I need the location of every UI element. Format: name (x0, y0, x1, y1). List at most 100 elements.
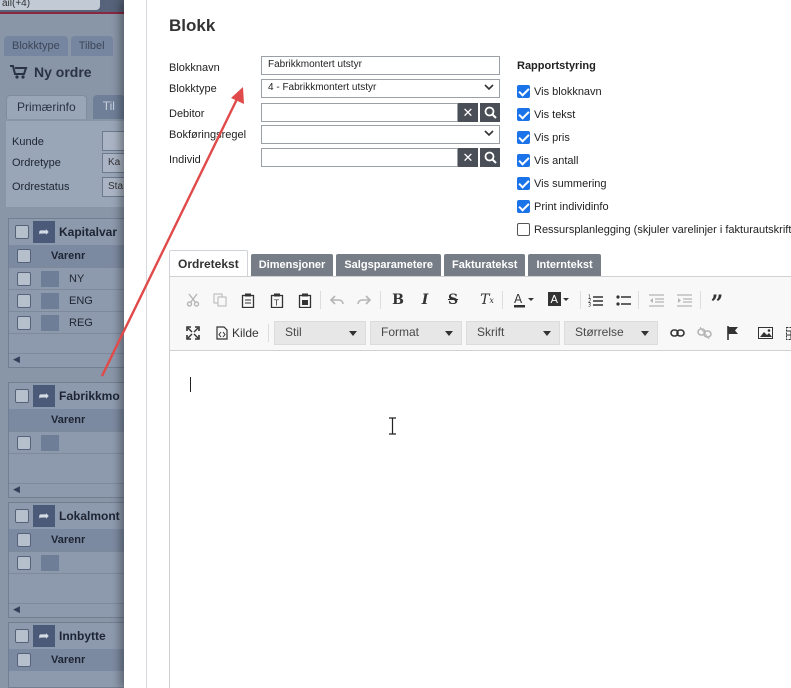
numbered-list-icon[interactable]: 123 (584, 289, 606, 311)
bg-subtab-primaerinfo[interactable]: Primærinfo (6, 95, 87, 119)
indent-icon[interactable] (673, 289, 695, 311)
row-checkbox[interactable] (17, 435, 31, 450)
size-combo[interactable]: Størrelse (564, 321, 658, 345)
bg-subtab-til[interactable]: Til (92, 95, 125, 119)
link-icon[interactable] (666, 322, 688, 344)
top-select[interactable]: ail(+4) (0, 0, 100, 10)
row-action-icon[interactable] (41, 434, 59, 451)
row-checkbox[interactable] (17, 315, 31, 330)
section-checkbox[interactable] (15, 629, 29, 643)
bg-ordrestatus-label: Ordrestatus (12, 181, 70, 193)
background-color-icon[interactable]: A (545, 289, 575, 311)
unlink-icon[interactable] (693, 322, 715, 344)
print-individinfo-checkbox[interactable]: Print individinfo (517, 200, 609, 213)
table-row[interactable]: NY (9, 267, 129, 289)
header-checkbox[interactable] (17, 653, 31, 667)
ressursplanlegging-checkbox[interactable]: Ressursplanlegging (skjuler varelinjer i… (517, 223, 791, 236)
cut-icon[interactable] (182, 289, 204, 311)
table-row[interactable]: REG (9, 311, 129, 333)
source-button[interactable]: Kilde (216, 321, 259, 345)
row-action-icon[interactable] (41, 314, 59, 331)
table-row[interactable] (9, 551, 129, 573)
tab-fakturatekst[interactable]: Fakturatekst (444, 254, 526, 276)
table-row[interactable] (9, 431, 129, 453)
debitor-input[interactable] (261, 103, 458, 122)
individ-input[interactable] (261, 148, 458, 167)
section-checkbox[interactable] (15, 225, 29, 239)
share-arrow-icon[interactable]: ➦ (33, 505, 55, 527)
redo-icon[interactable] (353, 289, 375, 311)
copy-icon[interactable] (209, 289, 231, 311)
search-icon[interactable] (480, 148, 500, 167)
checkbox-unchecked[interactable] (517, 223, 530, 236)
bold-icon[interactable]: B (387, 289, 409, 311)
tab-ordretekst[interactable]: Ordretekst (169, 250, 248, 276)
style-combo[interactable]: Stil (274, 321, 366, 345)
search-icon[interactable] (480, 103, 500, 122)
tab-interntekst[interactable]: Interntekst (528, 254, 601, 276)
blokktype-select[interactable]: 4 - Fabrikkmontert utstyr (261, 79, 500, 98)
row-action-icon[interactable] (41, 554, 59, 571)
bullet-list-icon[interactable] (612, 289, 634, 311)
outdent-icon[interactable] (645, 289, 667, 311)
share-arrow-icon[interactable]: ➦ (33, 385, 55, 407)
share-arrow-icon[interactable]: ➦ (33, 625, 55, 647)
paste-icon[interactable] (237, 289, 259, 311)
checkbox-checked[interactable] (517, 85, 530, 98)
checkbox-checked[interactable] (517, 108, 530, 121)
strikethrough-icon[interactable]: S (442, 289, 464, 311)
vis-antall-checkbox[interactable]: Vis antall (517, 154, 578, 167)
clear-icon[interactable]: ✕ (458, 103, 478, 122)
toolbar-separator (580, 291, 581, 309)
tab-salgsparametere[interactable]: Salgsparametere (336, 254, 442, 276)
vis-summering-checkbox[interactable]: Vis summering (517, 177, 607, 190)
cart-icon (10, 65, 28, 79)
scroll-left-icon[interactable]: ◀ (9, 483, 129, 497)
header-checkbox[interactable] (17, 533, 31, 547)
format-combo[interactable]: Format (370, 321, 462, 345)
text-color-icon[interactable]: A (510, 289, 540, 311)
bg-tab-tilbel[interactable]: Tilbel (70, 36, 113, 56)
header-checkbox[interactable] (17, 249, 31, 263)
tab-dimensjoner[interactable]: Dimensjoner (250, 254, 334, 276)
row-checkbox[interactable] (17, 555, 31, 570)
checkbox-checked[interactable] (517, 131, 530, 144)
section-checkbox[interactable] (15, 389, 29, 403)
table-spacer (9, 573, 129, 603)
row-action-icon[interactable] (41, 270, 59, 287)
vis-blokknavn-checkbox[interactable]: Vis blokknavn (517, 85, 602, 98)
paste-from-word-icon[interactable] (294, 289, 316, 311)
clear-icon[interactable]: ✕ (458, 148, 478, 167)
individ-label: Individ (169, 154, 201, 166)
checkbox-checked[interactable] (517, 200, 530, 213)
checkbox-checked[interactable] (517, 154, 530, 167)
table-row[interactable]: ENG (9, 289, 129, 311)
row-checkbox[interactable] (17, 293, 31, 308)
blockquote-icon[interactable]: ” (706, 289, 728, 315)
table-icon[interactable] (782, 322, 791, 344)
bg-tab-blokktype[interactable]: Blokktype (4, 36, 68, 56)
scroll-left-icon[interactable]: ◀ (9, 603, 129, 617)
undo-icon[interactable] (326, 289, 348, 311)
chevron-down-icon (484, 84, 494, 91)
checkbox-checked[interactable] (517, 177, 530, 190)
scroll-left-icon[interactable]: ◀ (9, 353, 129, 367)
row-checkbox[interactable] (17, 271, 31, 286)
blokknavn-input[interactable]: Fabrikkmontert utstyr (261, 56, 500, 75)
bokforingsregel-select[interactable] (261, 125, 500, 144)
row-action-icon[interactable] (41, 292, 59, 309)
paste-text-icon[interactable]: T (266, 289, 288, 311)
section-checkbox[interactable] (15, 509, 29, 523)
anchor-flag-icon[interactable] (722, 322, 744, 344)
remove-format-icon[interactable]: Tx (476, 289, 498, 311)
checkbox-label: Vis antall (534, 154, 579, 167)
share-arrow-icon[interactable]: ➦ (33, 221, 55, 243)
vis-pris-checkbox[interactable]: Vis pris (517, 131, 570, 144)
vis-tekst-checkbox[interactable]: Vis tekst (517, 108, 575, 121)
bg-section-innbytte: ➦ Innbytte Varenr (8, 622, 130, 688)
font-combo[interactable]: Skrift (466, 321, 560, 345)
italic-icon[interactable]: I (414, 289, 436, 311)
editor-content[interactable] (170, 352, 791, 688)
image-icon[interactable] (754, 322, 776, 344)
maximize-icon[interactable] (182, 322, 204, 344)
